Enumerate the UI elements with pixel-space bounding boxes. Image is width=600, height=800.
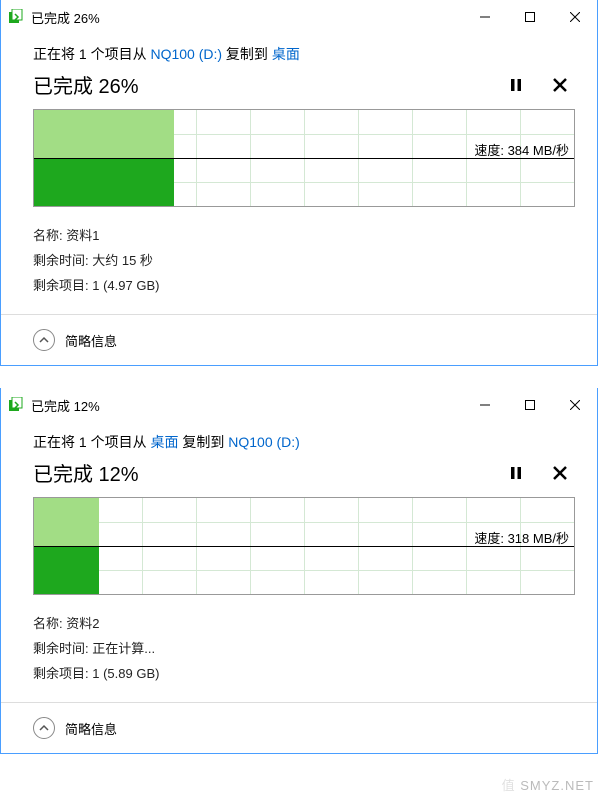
copy-description: 正在将 1 个项目从 桌面 复制到 NQ100 (D:) — [33, 432, 575, 452]
copy-mid: 复制到 — [178, 434, 228, 450]
pause-button[interactable] — [509, 465, 523, 481]
info-items: 剩余项目: 1 (5.89 GB) — [33, 663, 575, 682]
copy-dialog-1: 已完成 26% 正在将 1 个项目从 NQ100 (D:) 复制到 桌面 已完成… — [0, 0, 598, 366]
copy-prefix: 正在将 1 个项目从 — [33, 46, 150, 62]
cancel-button[interactable] — [553, 77, 567, 93]
close-button[interactable] — [552, 390, 597, 420]
copy-description: 正在将 1 个项目从 NQ100 (D:) 复制到 桌面 — [33, 44, 575, 64]
status-text: 已完成 12% — [33, 458, 139, 487]
copy-progress-icon — [9, 397, 25, 413]
speed-value: 384 MB/秒 — [508, 143, 569, 158]
copy-source-link[interactable]: 桌面 — [150, 434, 178, 450]
dialog-footer: 简略信息 — [1, 314, 597, 365]
titlebar: 已完成 12% — [1, 388, 597, 422]
dialog-content: 正在将 1 个项目从 NQ100 (D:) 复制到 桌面 已完成 26% 速度:… — [1, 34, 597, 314]
progress-fill-top — [34, 498, 99, 546]
copy-source-link[interactable]: NQ100 (D:) — [150, 46, 222, 62]
status-row: 已完成 26% — [33, 70, 575, 99]
watermark: 值 SMYZ.NET — [502, 775, 594, 794]
speed-label: 速度: 318 MB/秒 — [474, 528, 569, 547]
info-name: 名称: 资料2 — [33, 613, 575, 632]
pause-button[interactable] — [509, 77, 523, 93]
collapse-button[interactable] — [33, 329, 55, 351]
copy-dest-link[interactable]: 桌面 — [272, 46, 300, 62]
cancel-button[interactable] — [553, 465, 567, 481]
progress-fill-top — [34, 110, 174, 158]
progress-chart: 速度: 318 MB/秒 — [33, 497, 575, 595]
copy-mid: 复制到 — [222, 46, 272, 62]
progress-chart: 速度: 384 MB/秒 — [33, 109, 575, 207]
minimize-button[interactable] — [462, 2, 507, 32]
transfer-controls — [509, 465, 567, 481]
footer-label[interactable]: 简略信息 — [65, 331, 117, 350]
status-text: 已完成 26% — [33, 70, 139, 99]
window-title: 已完成 12% — [31, 396, 100, 415]
transfer-controls — [509, 77, 567, 93]
titlebar: 已完成 26% — [1, 0, 597, 34]
info-time: 剩余时间: 大约 15 秒 — [33, 250, 575, 269]
footer-label[interactable]: 简略信息 — [65, 719, 117, 738]
window-title: 已完成 26% — [31, 8, 100, 27]
info-items: 剩余项目: 1 (4.97 GB) — [33, 275, 575, 294]
speed-label: 速度: 384 MB/秒 — [474, 140, 569, 159]
status-row: 已完成 12% — [33, 458, 575, 487]
progress-fill-bottom — [34, 547, 99, 594]
copy-dialog-2: 已完成 12% 正在将 1 个项目从 桌面 复制到 NQ100 (D:) 已完成… — [0, 388, 598, 754]
minimize-button[interactable] — [462, 390, 507, 420]
maximize-button[interactable] — [507, 2, 552, 32]
close-button[interactable] — [552, 2, 597, 32]
info-name: 名称: 资料1 — [33, 225, 575, 244]
dialog-content: 正在将 1 个项目从 桌面 复制到 NQ100 (D:) 已完成 12% 速度:… — [1, 422, 597, 702]
maximize-button[interactable] — [507, 390, 552, 420]
dialog-footer: 简略信息 — [1, 702, 597, 753]
copy-dest-link[interactable]: NQ100 (D:) — [228, 434, 300, 450]
info-time: 剩余时间: 正在计算... — [33, 638, 575, 657]
copy-prefix: 正在将 1 个项目从 — [33, 434, 150, 450]
collapse-button[interactable] — [33, 717, 55, 739]
progress-fill-bottom — [34, 159, 174, 206]
copy-progress-icon — [9, 9, 25, 25]
speed-value: 318 MB/秒 — [508, 531, 569, 546]
